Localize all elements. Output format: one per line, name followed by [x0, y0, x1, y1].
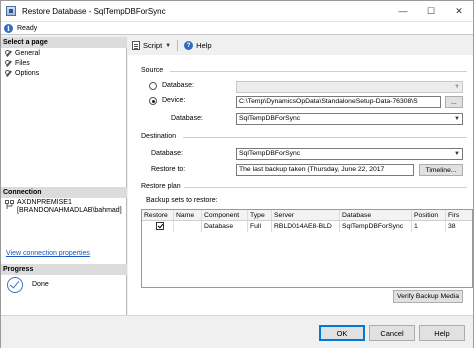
script-label: Script [143, 41, 163, 50]
source-divider [170, 71, 467, 72]
progress-header: Progress [1, 264, 127, 275]
chevron-down-icon: ▼ [454, 84, 460, 90]
page-item-files[interactable]: Files [5, 60, 30, 67]
database-option-label: Database: [162, 82, 194, 89]
table-header: Restore Name Component Type Server Datab… [142, 210, 472, 221]
minimize-button[interactable]: — [389, 1, 417, 21]
database-source-radio[interactable] [149, 82, 157, 90]
column-header-name[interactable]: Name [174, 210, 202, 220]
column-header-database[interactable]: Database [340, 210, 412, 220]
left-panel: Select a page General Files Options Conn… [1, 37, 127, 315]
column-header-first[interactable]: Firs [446, 210, 472, 220]
destination-group-label: Destination [141, 133, 177, 140]
backup-sets-table[interactable]: Restore Name Component Type Server Datab… [141, 209, 473, 288]
connection-info: AXDNPREMISE1 [BRANDONAHMADLAB\bahmad] [17, 199, 122, 215]
server-cell: RBLD014AE8-BLD [272, 221, 340, 232]
server-connection-icon [5, 200, 14, 209]
help-icon: ? [184, 41, 194, 50]
page-item-label: Files [15, 60, 30, 67]
cancel-button[interactable]: Cancel [369, 325, 415, 341]
page-item-label: Options [15, 70, 40, 77]
source-database-dropdown[interactable]: ▼ [236, 81, 463, 93]
page-item-label: General [15, 50, 40, 57]
source-database-value: SqlTempDBForSync [239, 115, 301, 122]
connection-server: AXDNPREMISE1 [17, 199, 72, 206]
ok-button[interactable]: OK [319, 325, 365, 341]
browse-device-button[interactable]: ... [445, 96, 463, 108]
source-group-label: Source [141, 67, 164, 74]
script-button[interactable]: Script ▼ [132, 41, 171, 50]
progress-status: Done [32, 281, 49, 288]
database-app-icon [6, 6, 16, 16]
restore-plan-group-label: Restore plan [141, 183, 181, 190]
type-cell: Full [248, 221, 272, 232]
position-cell: 1 [412, 221, 446, 232]
first-lsn-cell: 38 [448, 223, 456, 230]
wrench-icon [5, 70, 12, 77]
help-toolbar-button[interactable]: ? Help [184, 41, 212, 50]
backup-sets-label: Backup sets to restore: [146, 197, 218, 204]
chevron-down-icon[interactable]: ▼ [165, 43, 171, 49]
dialog-footer: OK Cancel Help [1, 315, 473, 348]
destination-database-label: Database: [151, 150, 183, 157]
done-check-icon [7, 277, 23, 293]
general-page: Source Database: ▼ Device: C:\Temp\Dynam… [128, 55, 473, 315]
wrench-icon [5, 50, 12, 57]
chevron-down-icon: ▼ [454, 116, 460, 122]
column-header-type[interactable]: Type [248, 210, 272, 220]
page-item-options[interactable]: Options [5, 70, 39, 77]
timeline-button[interactable]: Timeline... [419, 164, 463, 176]
status-bar: i Ready [1, 21, 473, 35]
status-text: Ready [17, 24, 38, 32]
source-database-label: Database: [171, 115, 203, 122]
restore-checkbox[interactable] [156, 222, 164, 230]
toolbar: Script ▼ ? Help [128, 37, 473, 54]
destination-divider [183, 137, 467, 138]
chevron-down-icon: ▼ [454, 151, 460, 157]
restore-plan-divider [184, 187, 467, 188]
info-icon: i [4, 23, 13, 33]
device-option-label: Device: [162, 97, 186, 104]
column-header-position[interactable]: Position [412, 210, 446, 220]
script-icon [132, 41, 140, 50]
restore-database-window: Restore Database - SqlTempDBForSync — ☐ … [0, 0, 474, 348]
device-path-field[interactable]: C:\Temp\DynamicsOpData\StandaloneSetup-D… [236, 96, 441, 108]
help-button[interactable]: Help [419, 325, 465, 341]
view-connection-properties-link[interactable]: View connection properties [6, 250, 90, 257]
device-source-radio[interactable] [149, 97, 157, 105]
toolbar-divider [177, 40, 179, 51]
column-header-component[interactable]: Component [202, 210, 248, 220]
column-header-server[interactable]: Server [272, 210, 340, 220]
wrench-icon [5, 60, 12, 67]
restore-to-field: The last backup taken (Thursday, June 22… [236, 164, 414, 176]
name-cell [174, 221, 202, 232]
database-cell: SqlTempDBForSync [340, 221, 412, 232]
window-controls: — ☐ ✕ [389, 1, 473, 21]
column-header-restore[interactable]: Restore [142, 210, 174, 220]
table-row[interactable]: Database Full RBLD014AE8-BLD SqlTempDBFo… [142, 221, 472, 232]
connection-user: [BRANDONAHMADLAB\bahmad] [17, 207, 122, 214]
restore-cell [142, 221, 174, 232]
component-cell: Database [202, 221, 248, 232]
title-bar: Restore Database - SqlTempDBForSync — ☐ … [1, 1, 473, 21]
verify-backup-media-button[interactable]: Verify Backup Media [393, 290, 463, 303]
source-database-select[interactable]: SqlTempDBForSync ▼ [236, 113, 463, 125]
window-title: Restore Database - SqlTempDBForSync [22, 6, 166, 16]
connection-header: Connection [1, 187, 127, 198]
select-page-header: Select a page [1, 37, 127, 48]
destination-database-select[interactable]: SqlTempDBForSync ▼ [236, 148, 463, 160]
maximize-button[interactable]: ☐ [417, 1, 445, 21]
destination-database-value: SqlTempDBForSync [239, 150, 301, 157]
restore-to-label: Restore to: [151, 166, 186, 173]
page-item-general[interactable]: General [5, 50, 40, 57]
help-label: Help [196, 41, 212, 50]
close-button[interactable]: ✕ [445, 1, 473, 21]
